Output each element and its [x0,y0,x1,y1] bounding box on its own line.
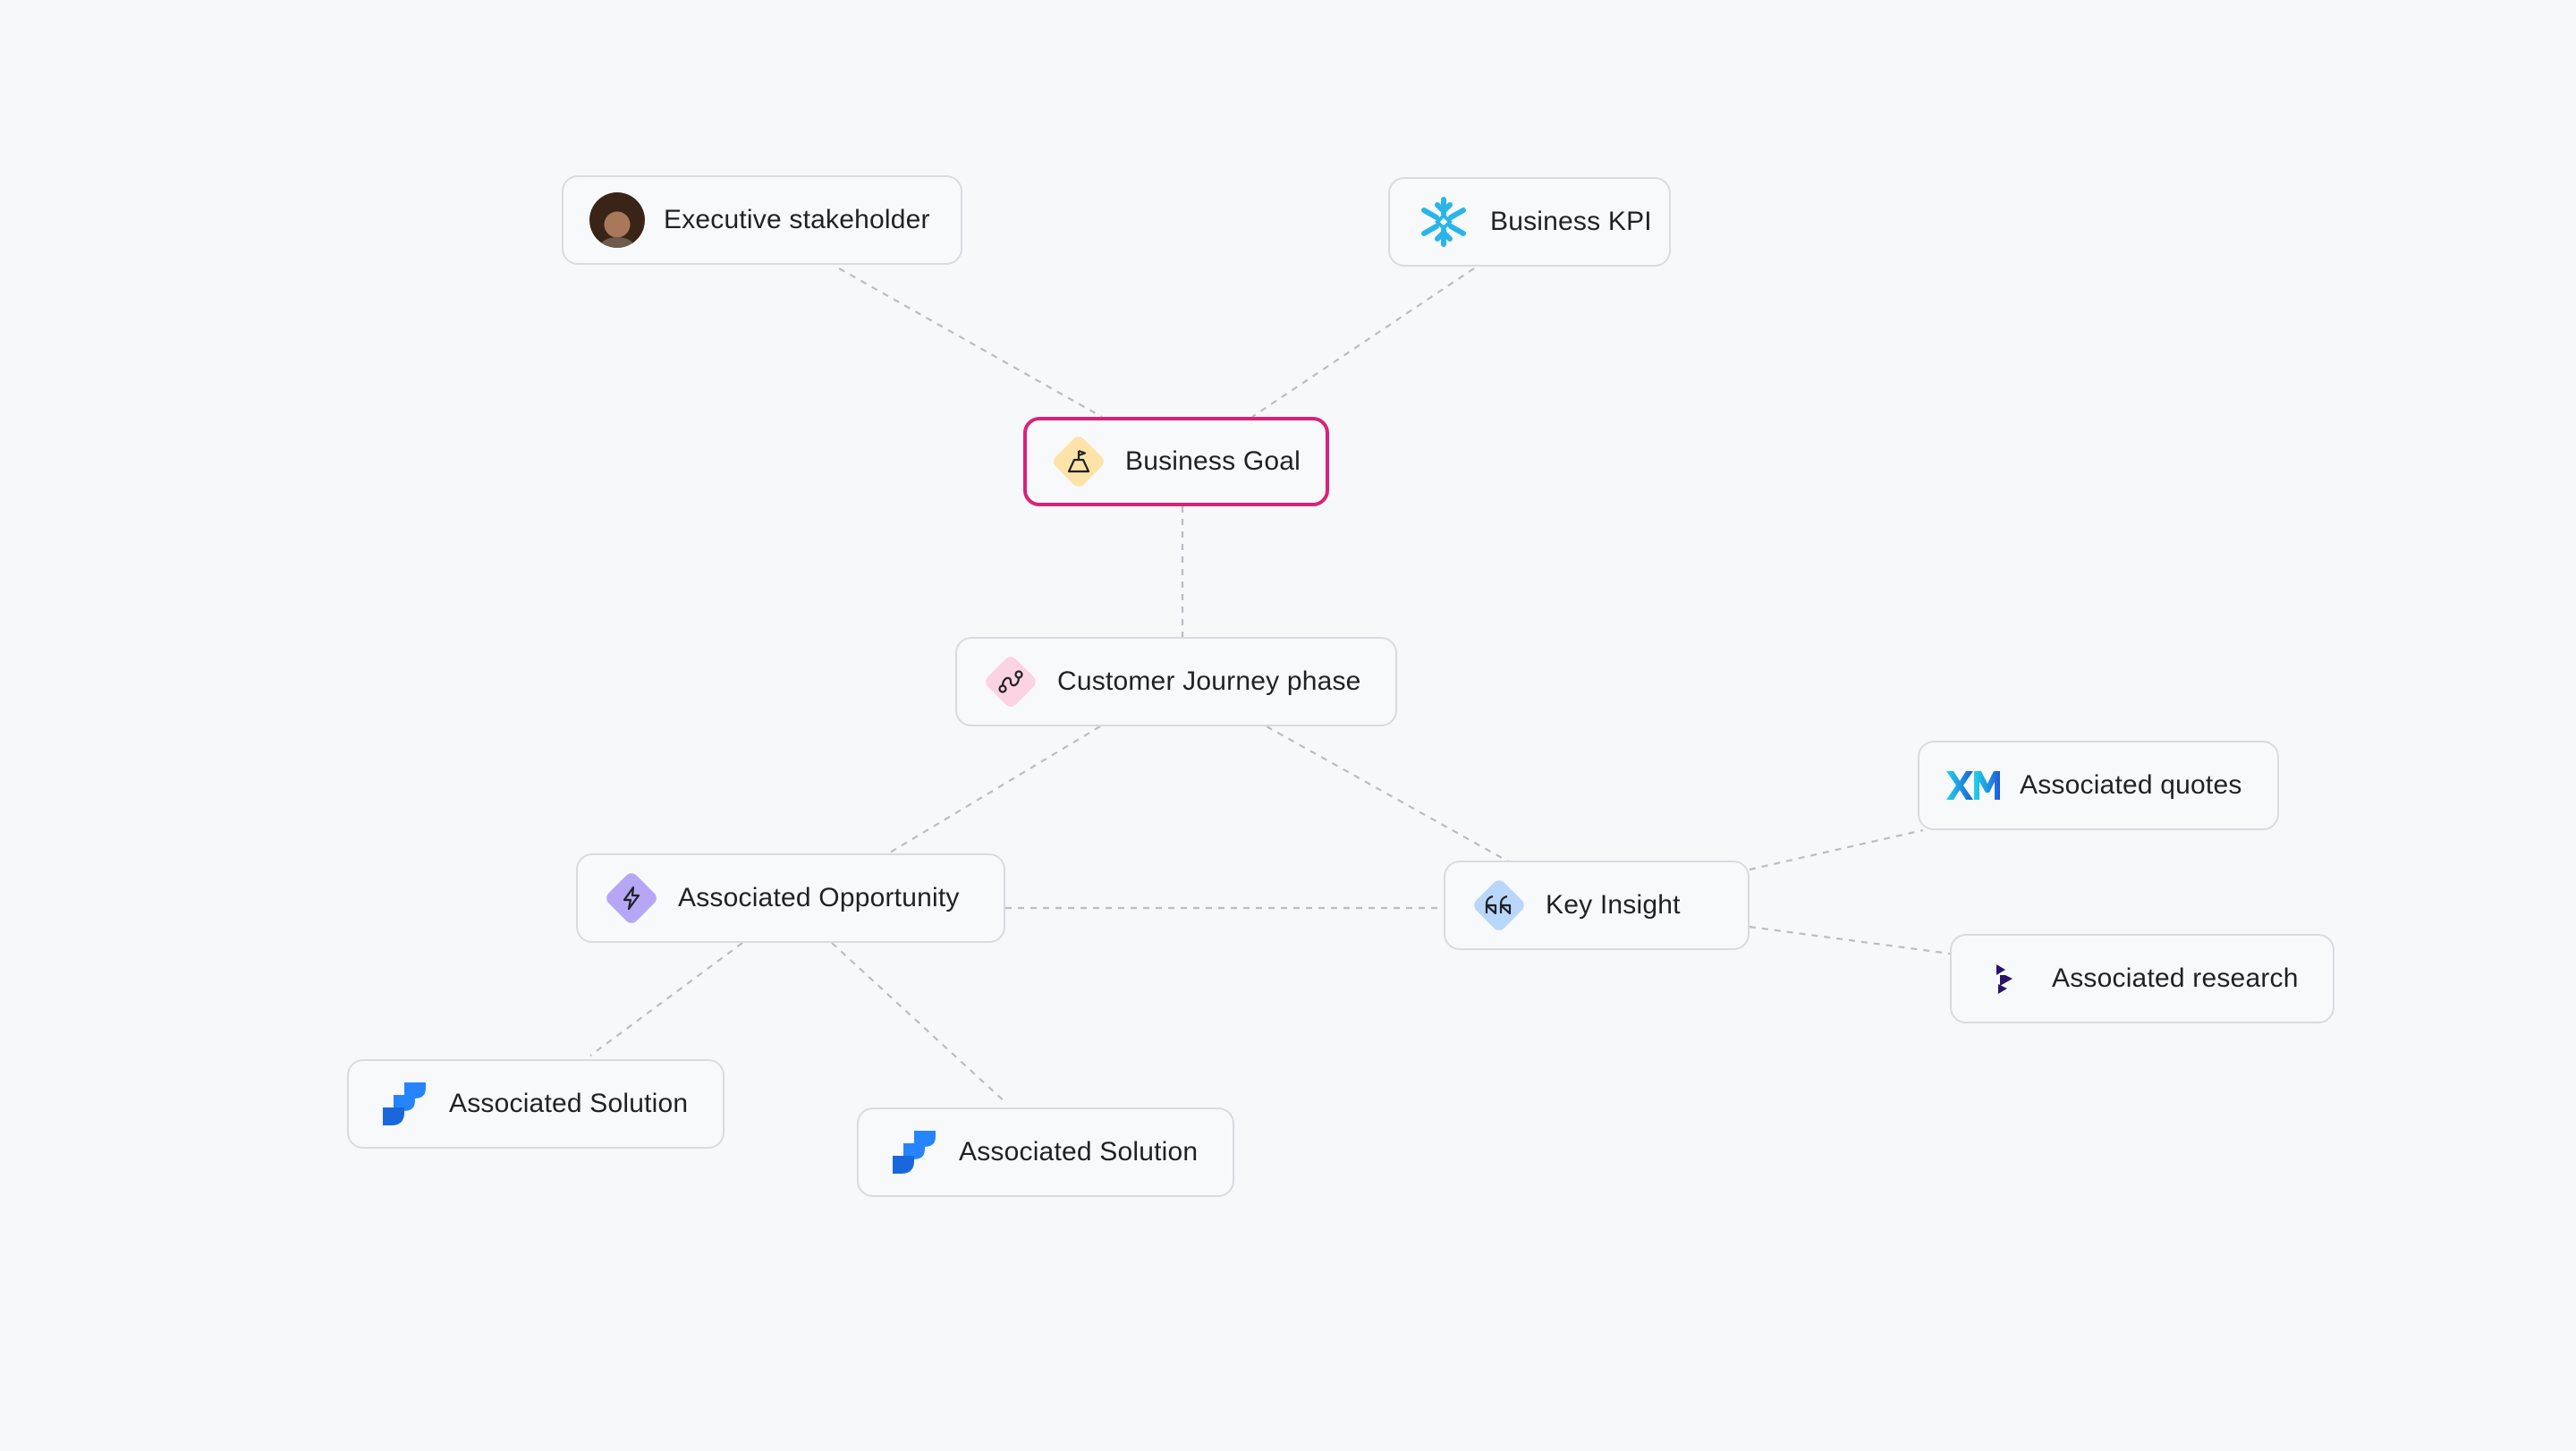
node-associated-quotes[interactable]: Associated quotes [1918,741,2279,830]
node-customer-journey-phase[interactable]: Customer Journey phase [955,637,1397,726]
node-label: Business KPI [1490,207,1652,236]
connector-opportunity-solution2 [831,942,1008,1105]
jira-logo-icon [884,1124,941,1181]
connector-journey-opportunity [885,726,1101,856]
node-key-insight[interactable]: Key Insight [1444,861,1750,950]
goal-icon [1050,433,1107,490]
node-label: Key Insight [1546,890,1681,920]
node-label: Associated research [2052,963,2299,993]
node-associated-solution-1[interactable]: Associated Solution [347,1059,724,1149]
node-label: Business Goal [1125,446,1301,476]
node-label: Associated quotes [2020,770,2242,800]
node-business-kpi[interactable]: Business KPI [1388,177,1671,267]
lightning-icon [603,870,660,927]
node-label: Associated Solution [449,1089,689,1118]
node-label: Customer Journey phase [1057,666,1361,696]
node-label: Executive stakeholder [664,205,930,234]
connector-insight-quotes [1749,828,1924,871]
avatar-icon [589,191,646,249]
dovetail-logo-icon [1977,950,2034,1007]
jira-logo-icon [374,1075,431,1133]
connector-opportunity-solution1 [589,942,743,1056]
diagram-canvas: Executive stakeholder Business KPI Busin… [0,0,2576,1451]
connector-executive-goal [838,267,1103,418]
connector-insight-research [1749,925,1951,955]
node-business-goal[interactable]: Business Goal [1023,417,1329,506]
node-label: Associated Solution [959,1137,1199,1167]
connector-kpi-goal [1251,267,1475,418]
snowflake-icon [1415,193,1472,250]
quote-icon [1470,877,1528,934]
node-associated-research[interactable]: Associated research [1950,934,2334,1023]
node-associated-opportunity[interactable]: Associated Opportunity [576,853,1005,943]
node-associated-solution-2[interactable]: Associated Solution [857,1107,1234,1197]
xm-logo-icon [1945,757,2002,814]
node-label: Associated Opportunity [678,883,960,912]
journey-icon [982,653,1039,710]
connector-journey-insight [1266,726,1511,863]
node-executive-stakeholder[interactable]: Executive stakeholder [562,175,962,265]
